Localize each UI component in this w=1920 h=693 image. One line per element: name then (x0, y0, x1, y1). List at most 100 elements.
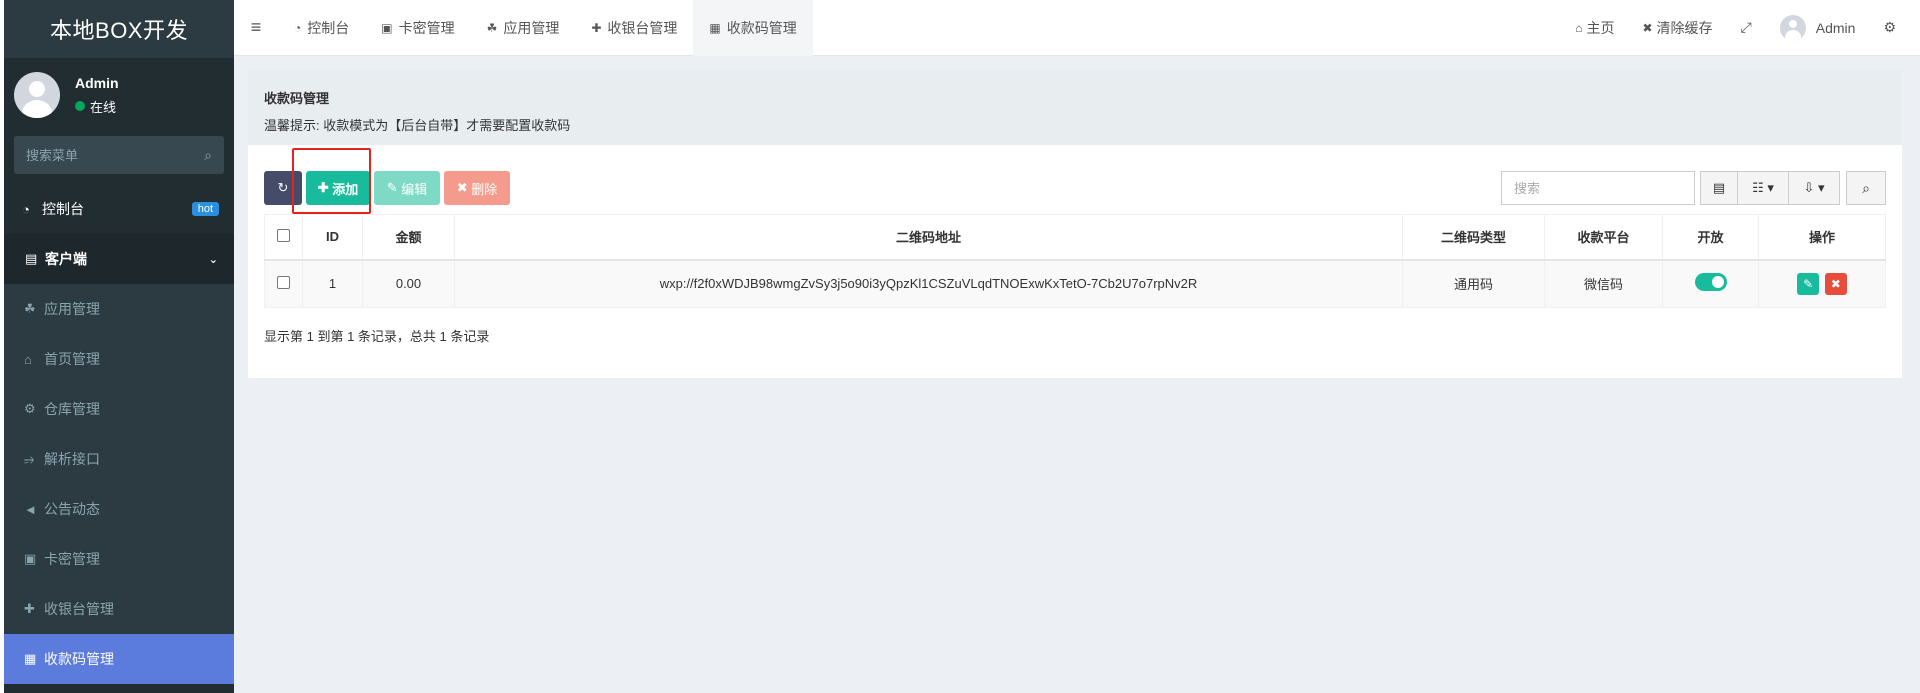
bullhorn-icon: ◄ (24, 501, 37, 517)
top-navbar: ≡ ◔ 控制台 ▣ 卡密管理 ☘ 应用管理 ✚ 收银台管理 ▦ 收款码管理 ⌂ … (234, 0, 1920, 56)
clear-cache-label: 清除缓存 (1656, 19, 1713, 36)
toggle-view-button[interactable]: ▤ (1700, 171, 1738, 205)
page-tip: 温馨提示: 收款模式为【后台自带】才需要配置收款码 (264, 118, 571, 133)
id-card-icon: ▣ (24, 551, 37, 566)
table-toolbar: ↻ ✚ 添加 ✎ 编辑 ✖ 删除 ▤ ☷ ▾ ⇩ ▾ (264, 170, 1886, 206)
search-icon[interactable]: ⌕ (204, 147, 212, 164)
row-delete-button[interactable]: ✖ (1824, 272, 1847, 295)
home-link[interactable]: ⌂ 主页 (1561, 18, 1628, 38)
add-button-highlight (292, 148, 371, 214)
col-qrcode-type[interactable]: 二维码类型 (1402, 214, 1545, 261)
sidebar-item-cashier[interactable]: ✚ 收银台管理 (4, 584, 234, 634)
cell-platform: 微信码 (1544, 259, 1663, 308)
hot-badge: hot (191, 202, 219, 216)
cell-amount: 0.00 (362, 259, 455, 308)
toolbar-right: ▤ ☷ ▾ ⇩ ▾ ⌕ (1501, 171, 1886, 205)
sidebar-item-label: 控制台 (42, 201, 84, 217)
home-icon: ⌂ (24, 351, 32, 367)
tab-label: 卡密管理 (398, 19, 455, 36)
caret-down-icon: ▾ (1818, 180, 1825, 195)
clear-cache-button[interactable]: ✖ 清除缓存 (1628, 18, 1726, 38)
user-menu-label: Admin (1815, 19, 1856, 36)
col-open[interactable]: 开放 (1662, 214, 1759, 261)
sidebar-item-label: 仓库管理 (44, 401, 100, 417)
usb-icon: ⭌ (24, 451, 35, 466)
table-row: 1 0.00 wxp://f2f0xWDJB98wmgZvSy3j5o90i3y… (264, 259, 1886, 308)
col-platform[interactable]: 收款平台 (1544, 214, 1663, 261)
home-icon: ⌂ (1575, 20, 1583, 35)
tab-card-manage[interactable]: ▣ 卡密管理 (365, 0, 470, 56)
export-icon: ⇩ (1803, 180, 1815, 195)
tab-label: 控制台 (307, 19, 350, 36)
delete-button[interactable]: ✖ 删除 (444, 171, 510, 205)
sidebar-item-parse-api[interactable]: ⭌ 解析接口 (4, 434, 234, 484)
inbox-icon: ▤ (25, 251, 38, 266)
tab-qrcode-manage[interactable]: ▦ 收款码管理 (693, 0, 813, 56)
refresh-icon: ↻ (277, 180, 289, 195)
top-right-actions: ⌂ 主页 ✖ 清除缓存 ⤢ Admin ⚙ (1561, 0, 1920, 56)
sidebar-item-label: 应用管理 (44, 301, 100, 317)
chevron-down-icon: ⌄ (208, 253, 218, 266)
col-qrcode-url[interactable]: 二维码地址 (454, 214, 1403, 261)
row-checkbox[interactable] (277, 275, 290, 289)
dashboard-icon: ◔ (22, 201, 30, 217)
cell-qrcode-type: 通用码 (1402, 259, 1545, 308)
tab-label: 收银台管理 (607, 19, 678, 36)
user-avatar (14, 72, 60, 118)
menu-search-input[interactable] (26, 147, 205, 163)
settings-gear-icon[interactable]: ⚙ (1869, 19, 1910, 36)
trash-icon: ✖ (1642, 20, 1653, 35)
table-header-row: ID 金额 二维码地址 二维码类型 收款平台 开放 操作 (264, 214, 1886, 261)
content-panel: 收款码管理 温馨提示: 收款模式为【后台自带】才需要配置收款码 ↻ ✚ 添加 ✎… (248, 70, 1902, 378)
pencil-icon: ✎ (386, 180, 398, 195)
tab-app-manage[interactable]: ☘ 应用管理 (471, 0, 576, 56)
user-avatar-small (1779, 14, 1806, 41)
advanced-search-button[interactable]: ⌕ (1846, 171, 1886, 205)
sidebar-item-qrcode-manage[interactable]: ▦ 收款码管理 (4, 634, 234, 684)
sidebar-item-dashboard[interactable]: ◔ 控制台 hot (4, 184, 234, 234)
user-status: 在线 (75, 97, 119, 116)
tab-label: 收款码管理 (726, 19, 797, 36)
search-icon: ⌕ (1862, 179, 1870, 196)
col-amount[interactable]: 金额 (362, 214, 455, 261)
qrcode-icon: ▦ (24, 651, 37, 666)
sidebar: 本地BOX开发 Admin 在线 ⌕ ◔ 控制台 hot ▤ 客户端 ⌄ ☘ 应… (0, 0, 234, 693)
user-menu[interactable]: Admin (1766, 14, 1870, 41)
user-plus-icon: ✚ (24, 601, 35, 616)
sidebar-item-card-manage[interactable]: ▣ 卡密管理 (4, 534, 234, 584)
row-edit-button[interactable]: ✎ (1797, 272, 1820, 295)
app-logo[interactable]: 本地BOX开发 (4, 0, 234, 58)
tab-cashier[interactable]: ✚ 收银台管理 (575, 0, 693, 56)
sidebar-item-client[interactable]: ▤ 客户端 ⌄ (4, 234, 234, 284)
sidebar-item-announcements[interactable]: ◄ 公告动态 (4, 484, 234, 534)
edit-button[interactable]: ✎ 编辑 (374, 171, 440, 205)
sidebar-item-label: 收款码管理 (44, 651, 114, 667)
cell-open (1662, 259, 1759, 308)
grid-icon: ☷ (1752, 180, 1764, 195)
table-search-input[interactable] (1501, 171, 1695, 205)
sidebar-item-label: 公告动态 (44, 501, 100, 517)
sidebar-item-label: 解析接口 (44, 451, 100, 467)
tab-label: 应用管理 (503, 19, 560, 36)
row-select-cell (264, 259, 303, 308)
page-title: 收款码管理 (264, 91, 330, 106)
col-id[interactable]: ID (302, 214, 363, 261)
sidebar-item-home-manage[interactable]: ⌂ 首页管理 (4, 334, 234, 384)
fullscreen-icon[interactable]: ⤢ (1727, 19, 1766, 36)
sidebar-item-label: 收银台管理 (44, 601, 114, 617)
sidebar-item-app-manage[interactable]: ☘ 应用管理 (4, 284, 234, 334)
sidebar-menu: ◔ 控制台 hot ▤ 客户端 ⌄ ☘ 应用管理 ⌂ 首页管理 ⚙ 仓库管理 ⭌… (4, 184, 234, 684)
col-actions: 操作 (1758, 214, 1886, 261)
sidebar-item-warehouse[interactable]: ⚙ 仓库管理 (4, 384, 234, 434)
sidebar-item-label: 卡密管理 (44, 551, 100, 567)
open-toggle[interactable] (1694, 273, 1727, 292)
columns-dropdown[interactable]: ☷ ▾ (1737, 171, 1789, 205)
select-all-checkbox[interactable] (277, 228, 290, 242)
menu-toggle-icon[interactable]: ≡ (234, 17, 278, 38)
home-label: 主页 (1586, 19, 1615, 36)
tab-dashboard[interactable]: ◔ 控制台 (278, 0, 365, 56)
dashboard-icon: ◔ (294, 20, 302, 35)
export-dropdown[interactable]: ⇩ ▾ (1788, 171, 1840, 205)
caret-down-icon: ▾ (1767, 180, 1774, 195)
sidebar-item-label: 客户端 (45, 251, 87, 267)
